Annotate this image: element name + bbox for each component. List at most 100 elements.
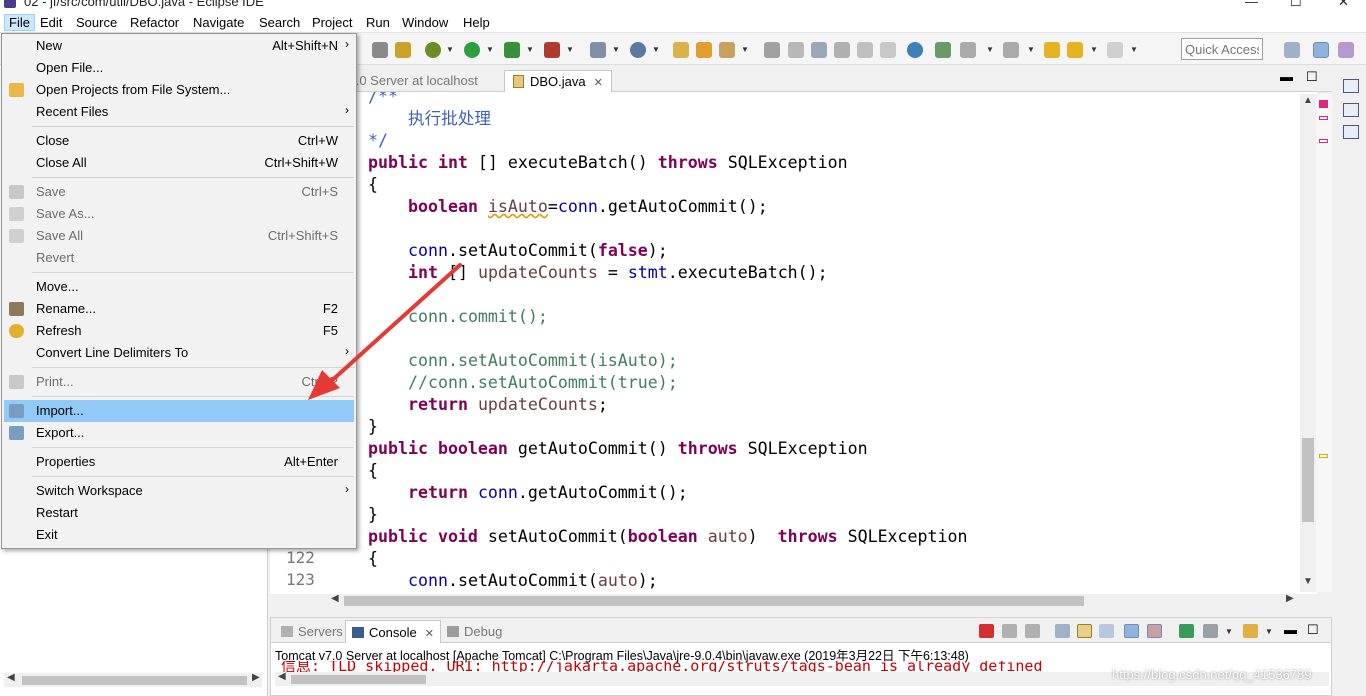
prev-dropdown-icon[interactable]: ▼ — [1027, 45, 1035, 54]
warning-marker-icon[interactable] — [1319, 454, 1328, 458]
display-console-dropdown-icon[interactable]: ▼ — [1225, 627, 1233, 636]
close-window-button[interactable]: ✕ — [1338, 0, 1349, 10]
menu-item-revert[interactable]: Revert — [4, 247, 354, 269]
new-java-project-icon[interactable] — [590, 42, 606, 58]
menu-search[interactable]: Search — [255, 14, 304, 31]
external-tools-dropdown-icon[interactable]: ▼ — [566, 45, 574, 54]
minimize-editor-icon[interactable]: ▬ — [1280, 69, 1293, 84]
scroll-lock-icon[interactable] — [1077, 624, 1092, 638]
scroll-thumb[interactable] — [1302, 438, 1314, 522]
minimize-panel-icon[interactable]: ▬ — [1284, 622, 1297, 637]
menu-window[interactable]: Window — [398, 14, 452, 31]
minimize-button[interactable]: — — [1245, 0, 1258, 9]
menu-item-open-projects[interactable]: Open Projects from File System... — [4, 79, 354, 101]
scroll-left-icon[interactable]: ◀ — [331, 593, 339, 604]
mark-occurrences-icon[interactable] — [395, 42, 411, 58]
forward-dropdown-icon[interactable]: ▼ — [1130, 45, 1138, 54]
close-tab-icon[interactable]: ✕ — [425, 628, 434, 640]
menu-item-switch-workspace[interactable]: Switch Workspace › — [4, 480, 354, 502]
tab-servers[interactable]: Servers — [275, 620, 349, 643]
error-marker-icon[interactable] — [1319, 139, 1328, 143]
menu-file[interactable]: File — [4, 14, 35, 31]
run-dropdown-icon[interactable]: ▼ — [486, 45, 494, 54]
last-edit-icon[interactable] — [1044, 42, 1060, 58]
overview-ruler[interactable] — [1316, 94, 1332, 592]
search-dropdown-icon[interactable]: ▼ — [741, 45, 749, 54]
menu-item-convert-line-delimiters[interactable]: Convert Line Delimiters To › — [4, 342, 354, 364]
editor-vertical-scrollbar[interactable]: ▲ ▼ — [1300, 94, 1316, 592]
menu-item-new[interactable]: New Alt+Shift+N › — [4, 35, 354, 57]
menu-source[interactable]: Source — [72, 14, 121, 31]
block-selection-icon[interactable] — [811, 42, 827, 58]
scroll-thumb[interactable] — [291, 675, 426, 684]
outline-view-icon[interactable] — [1343, 103, 1359, 117]
remove-launch-icon[interactable] — [1002, 624, 1017, 638]
scroll-right-icon[interactable]: ▶ — [1286, 593, 1294, 604]
scroll-left-icon[interactable]: ◀ — [7, 672, 15, 683]
editor-horizontal-scrollbar[interactable]: ◀ ▶ — [328, 593, 1300, 608]
word-wrap-icon[interactable] — [834, 42, 850, 58]
menu-help[interactable]: Help — [459, 14, 494, 31]
error-marker-icon[interactable] — [1319, 100, 1328, 108]
menu-item-import[interactable]: Import... — [4, 400, 354, 422]
toggle-comment-icon[interactable] — [372, 42, 388, 58]
new-class-icon[interactable] — [630, 42, 646, 58]
scroll-up-icon[interactable]: ▲ — [1303, 95, 1313, 106]
next-edit-icon[interactable] — [960, 42, 976, 58]
task-list-icon[interactable] — [1343, 125, 1359, 139]
open-console-icon[interactable] — [1243, 624, 1258, 638]
show-stderr-icon[interactable] — [1147, 624, 1162, 638]
pilcrow-icon[interactable] — [880, 42, 896, 58]
highlight-icon[interactable] — [788, 42, 804, 58]
search-icon[interactable] — [719, 42, 735, 58]
globe-icon[interactable] — [907, 42, 923, 58]
menu-item-print[interactable]: Print... Ctrl+P — [4, 371, 354, 393]
menu-item-move[interactable]: Move... — [4, 276, 354, 298]
new-dropdown-icon[interactable]: ▼ — [612, 45, 620, 54]
tab-debug[interactable]: Debug — [441, 620, 508, 643]
scroll-left-icon[interactable]: ◀ — [278, 671, 286, 682]
forward-icon[interactable] — [1107, 42, 1123, 58]
open-perspective-icon[interactable] — [1284, 42, 1300, 58]
scroll-down-icon[interactable]: ▼ — [1303, 576, 1313, 587]
menu-item-restart[interactable]: Restart — [4, 502, 354, 524]
menu-item-save-all[interactable]: Save All Ctrl+Shift+S — [4, 225, 354, 247]
quick-access-input[interactable] — [1181, 38, 1263, 60]
java-ee-perspective-icon[interactable] — [1313, 42, 1329, 58]
menu-item-save-as[interactable]: Save As... — [4, 203, 354, 225]
tab-dbo-java[interactable]: DBO.java ✕ — [504, 70, 612, 92]
menu-item-close[interactable]: Close Ctrl+W — [4, 130, 354, 152]
debug-dropdown-icon[interactable]: ▼ — [446, 45, 454, 54]
menu-item-recent-files[interactable]: Recent Files › — [4, 101, 354, 123]
menu-project[interactable]: Project — [308, 14, 356, 31]
debug-icon[interactable] — [425, 42, 441, 58]
open-task-icon[interactable] — [696, 42, 712, 58]
next-dropdown-icon[interactable]: ▼ — [986, 45, 994, 54]
whitespace-icon[interactable] — [857, 42, 873, 58]
restore-view-icon[interactable] — [1343, 79, 1359, 93]
menu-navigate[interactable]: Navigate — [189, 14, 248, 31]
word-wrap-icon[interactable] — [1099, 624, 1114, 638]
show-stdout-icon[interactable] — [1124, 624, 1139, 638]
display-console-icon[interactable] — [1203, 624, 1218, 638]
explorer-horizontal-scrollbar[interactable]: ◀ ▶ — [4, 672, 262, 687]
prev-edit-icon[interactable] — [1003, 42, 1019, 58]
menu-item-close-all[interactable]: Close All Ctrl+Shift+W — [4, 152, 354, 174]
maximize-panel-icon[interactable]: ☐ — [1307, 622, 1319, 638]
menu-refactor[interactable]: Refactor — [126, 14, 183, 31]
new-class-dropdown-icon[interactable]: ▼ — [652, 45, 660, 54]
menu-item-rename[interactable]: Rename... F2 — [4, 298, 354, 320]
error-marker-icon[interactable] — [1319, 116, 1328, 120]
menu-item-open-file[interactable]: Open File... — [4, 57, 354, 79]
external-tools-icon[interactable] — [544, 42, 560, 58]
back-dropdown-icon[interactable]: ▼ — [1090, 45, 1098, 54]
menu-run[interactable]: Run — [362, 14, 394, 31]
maximize-editor-icon[interactable]: ☐ — [1306, 69, 1318, 85]
open-console-dropdown-icon[interactable]: ▼ — [1265, 627, 1273, 636]
coverage-dropdown-icon[interactable]: ▼ — [526, 45, 534, 54]
terminate-icon[interactable] — [979, 624, 994, 638]
pin-console-icon[interactable] — [1179, 624, 1194, 638]
menu-item-properties[interactable]: Properties Alt+Enter — [4, 451, 354, 473]
scroll-thumb[interactable] — [344, 596, 1084, 606]
java-perspective-icon[interactable] — [1338, 42, 1354, 58]
